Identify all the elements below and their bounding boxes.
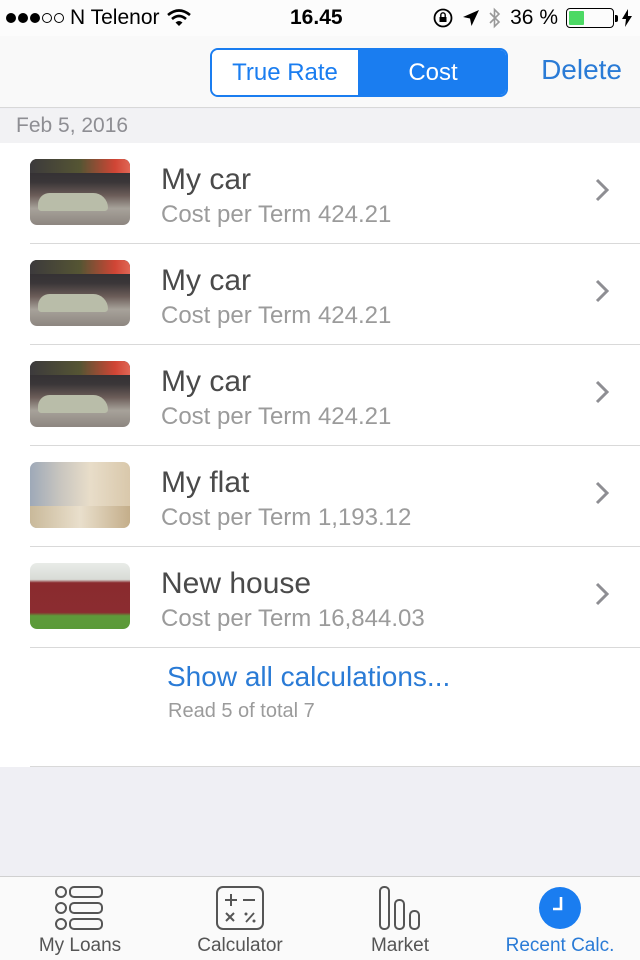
recent-calculations-list: My car Cost per Term 424.21 My car Cost …	[0, 143, 640, 767]
bar-chart-icon	[379, 886, 420, 930]
chevron-right-icon	[595, 178, 610, 202]
clock-icon	[539, 887, 581, 929]
tab-label: Calculator	[197, 935, 283, 956]
chevron-right-icon	[595, 380, 610, 404]
charging-bolt-icon	[622, 9, 632, 27]
divider	[30, 766, 640, 767]
item-title: My car	[161, 163, 251, 196]
car-thumbnail	[30, 159, 130, 225]
battery-percentage: 36 %	[510, 6, 558, 29]
tab-market[interactable]: Market	[320, 877, 480, 960]
item-title: My car	[161, 365, 251, 398]
tab-my-loans[interactable]: My Loans	[0, 877, 160, 960]
chevron-right-icon	[595, 582, 610, 606]
section-header-date: Feb 5, 2016	[0, 109, 640, 143]
segment-cost[interactable]: Cost	[360, 50, 506, 95]
status-right: 36 %	[432, 6, 632, 30]
battery-icon	[566, 8, 618, 28]
bluetooth-icon	[489, 7, 501, 29]
clock-time: 16.45	[290, 6, 343, 29]
view-mode-segmented-control[interactable]: True Rate Cost	[210, 48, 508, 97]
list-item[interactable]: My car Cost per Term 424.21	[0, 143, 640, 244]
tab-bar: My Loans Calculator Market Recent Calc.	[0, 876, 640, 960]
signal-strength-icon	[6, 13, 64, 23]
list-item[interactable]: New house Cost per Term 16,844.03	[0, 547, 640, 648]
read-count-text: Read 5 of total 7	[168, 700, 315, 722]
list-item[interactable]: My flat Cost per Term 1,193.12	[0, 446, 640, 547]
car-thumbnail	[30, 260, 130, 326]
item-title: My flat	[161, 466, 250, 499]
location-arrow-icon	[463, 10, 480, 26]
carrier-name: N Telenor	[70, 6, 160, 29]
list-icon	[55, 886, 103, 930]
segment-true-rate[interactable]: True Rate	[212, 50, 360, 95]
wifi-icon	[166, 9, 191, 26]
list-item[interactable]: My car Cost per Term 424.21	[0, 345, 640, 446]
house-thumbnail	[30, 563, 130, 629]
chevron-right-icon	[595, 279, 610, 303]
item-subtitle: Cost per Term 424.21	[161, 201, 392, 228]
list-item[interactable]: My car Cost per Term 424.21	[0, 244, 640, 345]
delete-button[interactable]: Delete	[541, 54, 622, 86]
show-all-calculations-link[interactable]: Show all calculations...	[167, 661, 450, 693]
tab-calculator[interactable]: Calculator	[160, 877, 320, 960]
tab-recent-calc[interactable]: Recent Calc.	[480, 877, 640, 960]
item-subtitle: Cost per Term 424.21	[161, 302, 392, 329]
tab-label: My Loans	[38, 935, 122, 956]
tab-label: Market	[370, 935, 430, 956]
car-thumbnail	[30, 361, 130, 427]
item-title: My car	[161, 264, 251, 297]
item-subtitle: Cost per Term 16,844.03	[161, 605, 425, 632]
status-left: N Telenor	[6, 6, 192, 30]
navigation-bar: True Rate Cost Delete	[0, 36, 640, 108]
calculator-icon	[216, 886, 264, 930]
item-subtitle: Cost per Term 1,193.12	[161, 504, 412, 531]
status-bar: N Telenor 16.45 36 %	[0, 0, 640, 36]
chevron-right-icon	[595, 481, 610, 505]
item-title: New house	[161, 567, 312, 600]
tab-label: Recent Calc.	[505, 935, 615, 956]
flat-thumbnail	[30, 462, 130, 528]
battery-fill	[569, 11, 585, 25]
orientation-lock-icon	[433, 8, 453, 28]
item-subtitle: Cost per Term 424.21	[161, 403, 392, 430]
